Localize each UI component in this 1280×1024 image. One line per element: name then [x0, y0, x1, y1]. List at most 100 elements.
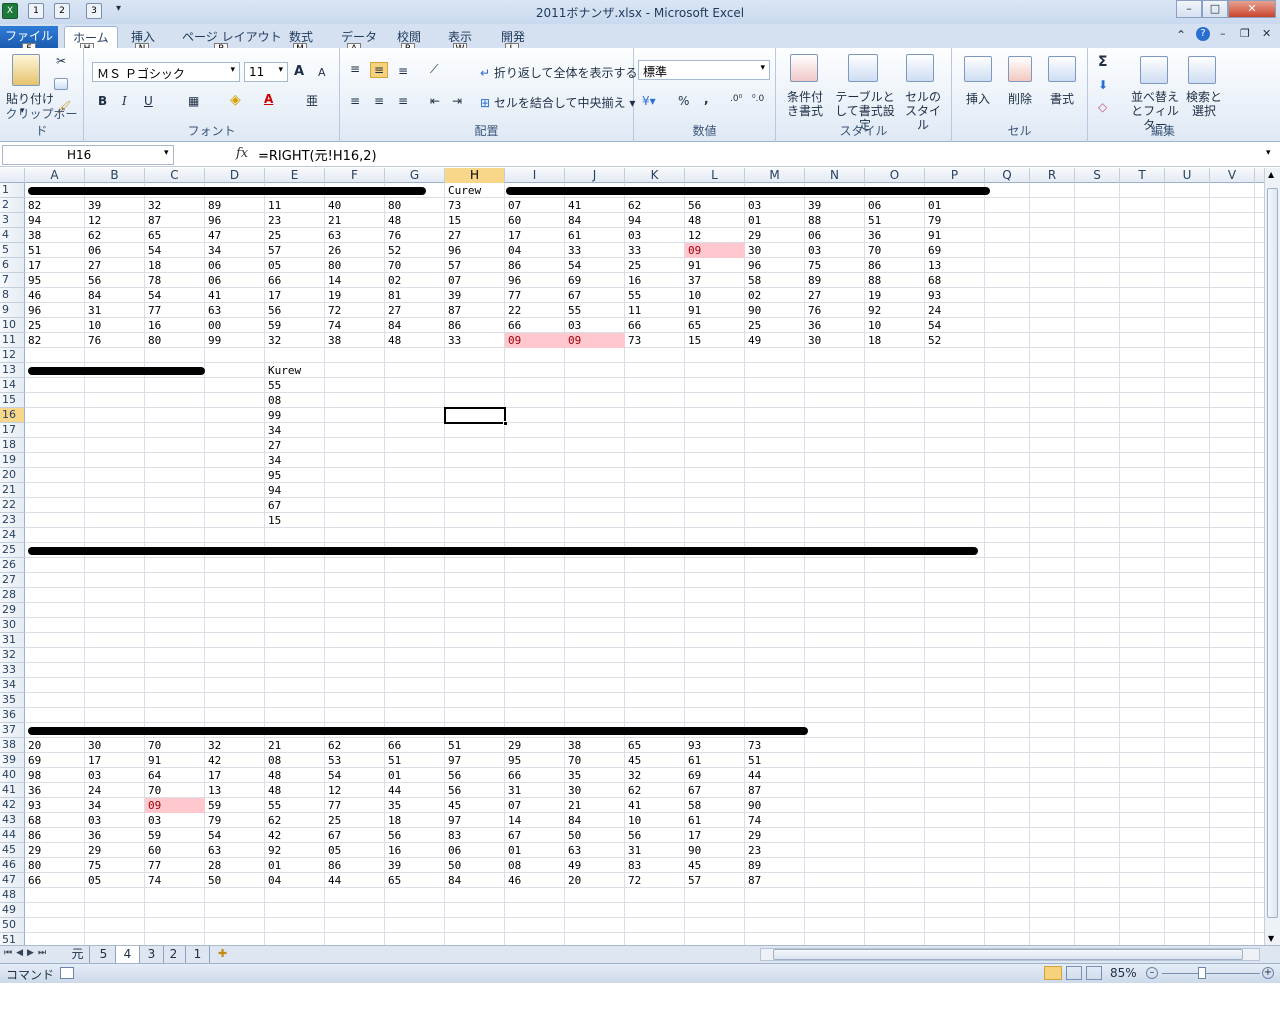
- insert-cells-icon[interactable]: [964, 56, 992, 82]
- cell[interactable]: 32: [145, 198, 205, 213]
- cell[interactable]: 03: [565, 318, 625, 333]
- cell[interactable]: 32: [625, 768, 685, 783]
- cell[interactable]: 21: [265, 738, 325, 753]
- cell[interactable]: 70: [565, 753, 625, 768]
- cell[interactable]: 30: [85, 738, 145, 753]
- cell[interactable]: 48: [385, 213, 445, 228]
- cell[interactable]: 88: [865, 273, 925, 288]
- cell[interactable]: 67: [325, 828, 385, 843]
- cell[interactable]: 75: [85, 858, 145, 873]
- cell[interactable]: 59: [205, 798, 265, 813]
- cell[interactable]: 84: [565, 813, 625, 828]
- row-header[interactable]: 8: [0, 288, 25, 303]
- cell[interactable]: 91: [685, 303, 745, 318]
- cell[interactable]: 12: [85, 213, 145, 228]
- cell[interactable]: 88: [805, 213, 865, 228]
- cell[interactable]: 34: [265, 423, 325, 438]
- conditional-format-button[interactable]: 条件付き書式: [782, 90, 828, 118]
- cell[interactable]: 92: [865, 303, 925, 318]
- sheet-tab[interactable]: 3: [140, 946, 164, 963]
- cell[interactable]: 04: [265, 873, 325, 888]
- cell[interactable]: 08: [265, 393, 325, 408]
- sheet-tab[interactable]: 1: [186, 946, 210, 963]
- column-header[interactable]: O: [865, 168, 925, 183]
- cell[interactable]: 42: [205, 753, 265, 768]
- cell[interactable]: 35: [385, 798, 445, 813]
- maximize-button[interactable]: □: [1202, 0, 1228, 18]
- formula-input[interactable]: =RIGHT(元!H16,2): [258, 145, 377, 164]
- cell[interactable]: 02: [745, 288, 805, 303]
- column-header[interactable]: F: [325, 168, 385, 183]
- row-header[interactable]: 10: [0, 318, 25, 333]
- column-header[interactable]: A: [25, 168, 85, 183]
- cell[interactable]: 77: [145, 303, 205, 318]
- cell[interactable]: 03: [745, 198, 805, 213]
- cell[interactable]: 44: [385, 783, 445, 798]
- cell[interactable]: 45: [685, 858, 745, 873]
- cell[interactable]: 54: [565, 258, 625, 273]
- cell[interactable]: 93: [925, 288, 985, 303]
- cell[interactable]: 18: [145, 258, 205, 273]
- cell[interactable]: 83: [445, 828, 505, 843]
- new-sheet-icon[interactable]: ✚: [218, 947, 238, 963]
- cell[interactable]: 63: [205, 303, 265, 318]
- cell[interactable]: 25: [625, 258, 685, 273]
- cell[interactable]: 87: [145, 213, 205, 228]
- cell[interactable]: 14: [325, 273, 385, 288]
- cell[interactable]: 03: [85, 813, 145, 828]
- cell[interactable]: 94: [625, 213, 685, 228]
- cell[interactable]: 65: [385, 873, 445, 888]
- cell[interactable]: 45: [625, 753, 685, 768]
- cell[interactable]: 03: [805, 243, 865, 258]
- row-header[interactable]: 3: [0, 213, 25, 228]
- cell[interactable]: 68: [925, 273, 985, 288]
- cell[interactable]: 53: [325, 753, 385, 768]
- cell[interactable]: 41: [565, 198, 625, 213]
- column-header[interactable]: D: [205, 168, 265, 183]
- cell[interactable]: 29: [25, 843, 85, 858]
- cell[interactable]: 96: [445, 243, 505, 258]
- cell[interactable]: 73: [625, 333, 685, 348]
- find-select-button[interactable]: 検索と選択: [1184, 90, 1224, 118]
- cell[interactable]: 31: [625, 843, 685, 858]
- cell[interactable]: 29: [85, 843, 145, 858]
- cell[interactable]: 09: [565, 333, 625, 348]
- cell[interactable]: 29: [745, 828, 805, 843]
- cell[interactable]: 32: [265, 333, 325, 348]
- cell[interactable]: 87: [745, 873, 805, 888]
- cell[interactable]: 01: [505, 843, 565, 858]
- row-header[interactable]: 12: [0, 348, 25, 363]
- scroll-down-icon[interactable]: ▼: [1268, 934, 1274, 943]
- cell[interactable]: 05: [265, 258, 325, 273]
- row-header[interactable]: 43: [0, 813, 25, 828]
- cell[interactable]: 49: [745, 333, 805, 348]
- cell[interactable]: 24: [925, 303, 985, 318]
- column-header[interactable]: L: [685, 168, 745, 183]
- cell[interactable]: 91: [145, 753, 205, 768]
- row-header[interactable]: 40: [0, 768, 25, 783]
- cell[interactable]: 62: [325, 738, 385, 753]
- cell[interactable]: 61: [565, 228, 625, 243]
- cell[interactable]: 36: [85, 828, 145, 843]
- increase-decimal-icon[interactable]: .0⁰: [730, 94, 742, 104]
- cell[interactable]: 62: [265, 813, 325, 828]
- cell[interactable]: 27: [385, 303, 445, 318]
- row-header[interactable]: 9: [0, 303, 25, 318]
- cell[interactable]: 16: [145, 318, 205, 333]
- cell[interactable]: 69: [685, 768, 745, 783]
- cell[interactable]: 10: [85, 318, 145, 333]
- cell[interactable]: 97: [445, 813, 505, 828]
- row-header[interactable]: 24: [0, 528, 25, 543]
- cell[interactable]: 51: [385, 753, 445, 768]
- cell[interactable]: 98: [25, 768, 85, 783]
- cell[interactable]: 23: [745, 843, 805, 858]
- column-header[interactable]: P: [925, 168, 985, 183]
- row-header[interactable]: 38: [0, 738, 25, 753]
- cell[interactable]: 77: [325, 798, 385, 813]
- delete-button[interactable]: 削除: [1008, 90, 1032, 107]
- normal-view-icon[interactable]: [1044, 966, 1062, 980]
- cell[interactable]: 08: [505, 858, 565, 873]
- cell[interactable]: 48: [685, 213, 745, 228]
- row-header[interactable]: 21: [0, 483, 25, 498]
- cell[interactable]: 96: [25, 303, 85, 318]
